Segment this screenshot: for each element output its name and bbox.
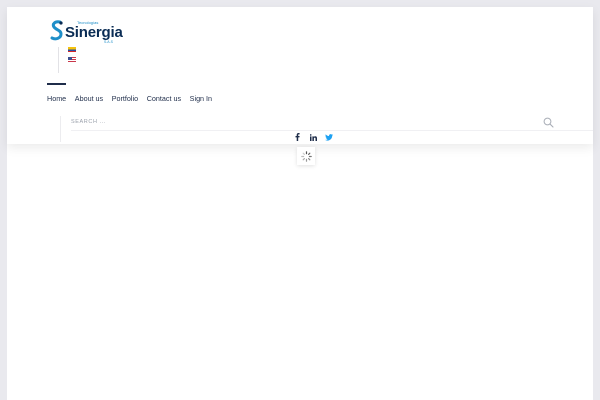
nav-item-portfolio[interactable]: Portfolio <box>112 94 138 104</box>
search-icon[interactable] <box>543 117 554 128</box>
brand-logo[interactable]: Tecnologías Sinergia S.A.S <box>50 20 123 46</box>
nav-item-contact-us[interactable]: Contact us <box>147 94 181 104</box>
twitter-icon[interactable] <box>325 133 333 141</box>
facebook-icon[interactable] <box>293 133 301 141</box>
search-divider <box>60 116 61 142</box>
main-nav: Home About us Portfolio Contact us Sign … <box>47 94 221 104</box>
nav-item-sign-in[interactable]: Sign In <box>190 94 212 104</box>
colombia-flag-icon[interactable] <box>68 47 76 52</box>
spinner-icon <box>300 150 312 162</box>
page-container: Tecnologías Sinergia S.A.S Home About us… <box>7 7 593 400</box>
usa-flag-icon[interactable] <box>68 57 76 62</box>
search-input[interactable] <box>71 116 541 128</box>
brand-name: Sinergia <box>65 24 123 41</box>
nav-item-about-us[interactable]: About us <box>75 94 103 104</box>
linkedin-icon[interactable] <box>309 133 317 141</box>
site-header: Tecnologías Sinergia S.A.S Home About us… <box>7 7 593 144</box>
sinergia-logo-icon <box>50 20 63 41</box>
brand-sub: S.A.S <box>104 40 113 44</box>
language-divider <box>58 47 59 73</box>
nav-active-indicator <box>47 83 66 85</box>
social-links <box>293 133 333 141</box>
search-underline <box>71 130 593 131</box>
loading-spinner <box>297 147 315 165</box>
nav-item-home[interactable]: Home <box>47 94 66 104</box>
